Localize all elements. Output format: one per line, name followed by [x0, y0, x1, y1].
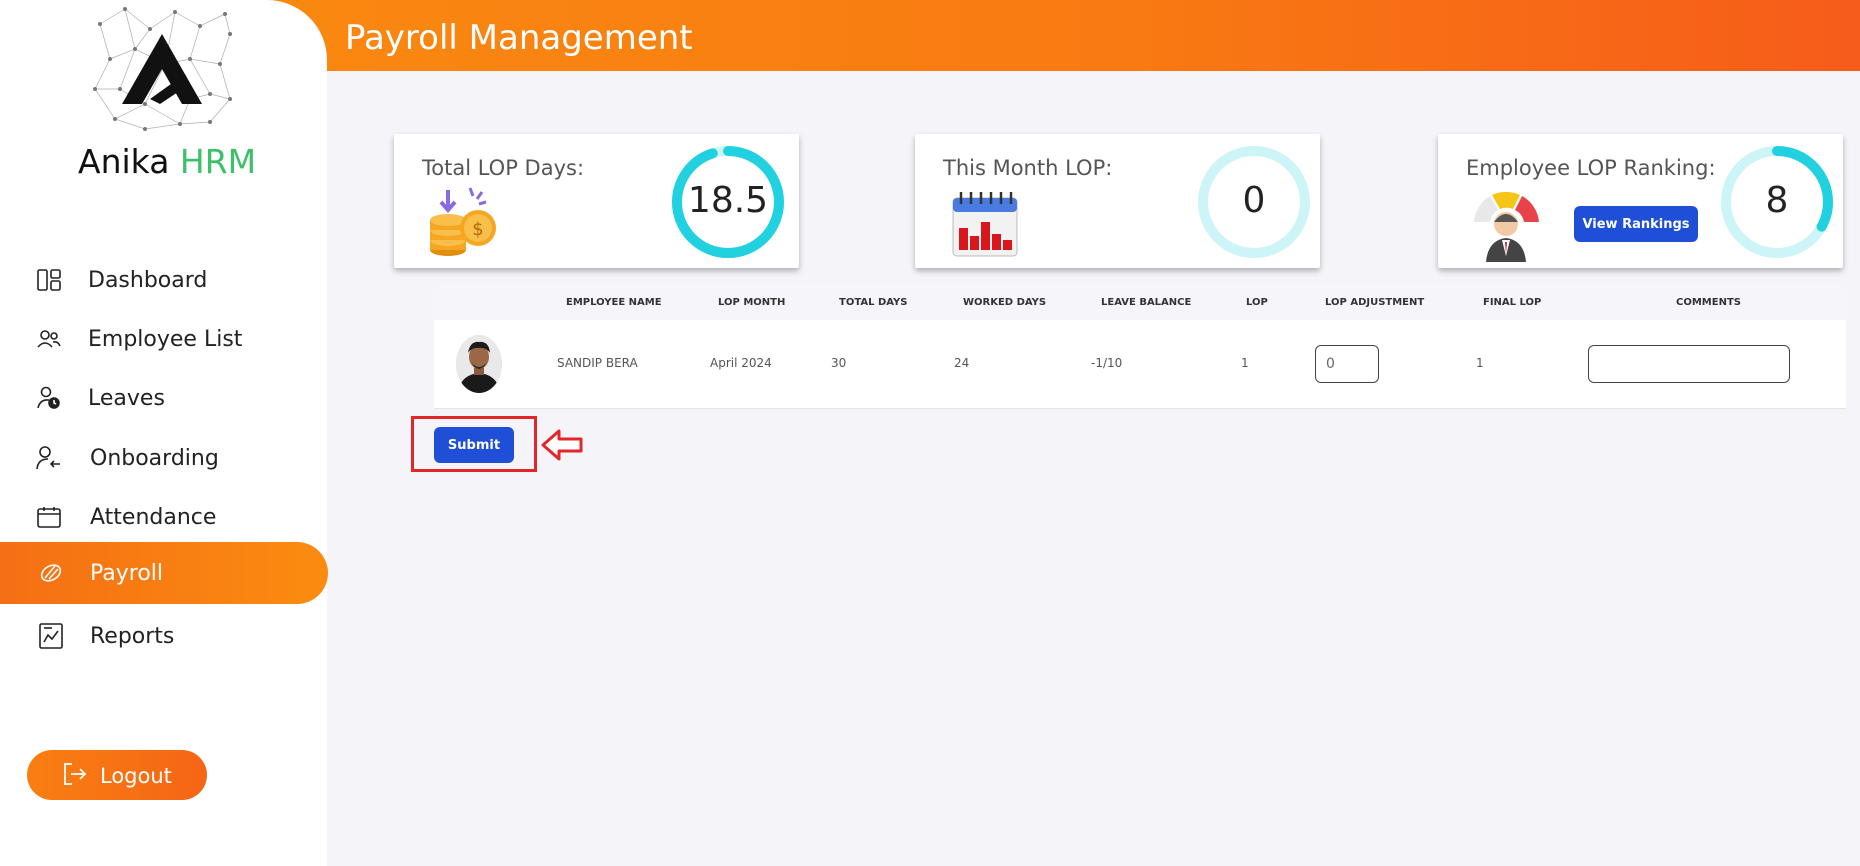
sidebar-item-label: Reports — [90, 623, 175, 649]
sidebar: Anika HRM Dashboard Employee List Leaves… — [0, 0, 328, 866]
ranking-value: 8 — [1765, 180, 1789, 221]
logout-icon — [63, 763, 87, 789]
brand-name-anika: Anika — [78, 142, 170, 181]
payroll-icon — [38, 560, 64, 586]
cell-employee-name: SANDIP BERA — [557, 356, 638, 370]
page-title: Payroll Management — [345, 18, 693, 58]
gauge-person-icon — [1468, 184, 1546, 262]
users-icon — [36, 326, 62, 352]
user-clock-icon — [36, 385, 62, 411]
month-lop-ring: 0 — [1197, 145, 1311, 259]
logout-label: Logout — [100, 764, 172, 788]
month-lop-card: This Month LOP: 0 — [915, 134, 1320, 268]
month-lop-value: 0 — [1242, 180, 1266, 221]
cell-leave-balance: -1/10 — [1091, 356, 1123, 370]
col-total-days: TOTAL DAYS — [839, 297, 908, 308]
cell-worked-days: 24 — [954, 356, 970, 370]
sidebar-item-label: Dashboard — [88, 267, 208, 293]
cell-lop: 1 — [1241, 356, 1249, 370]
sidebar-item-onboarding[interactable]: Onboarding — [0, 427, 327, 489]
col-lop-adjustment: LOP ADJUSTMENT — [1325, 297, 1425, 308]
coins-icon: $ — [426, 184, 504, 262]
total-lop-ring: 18.5 — [671, 145, 785, 259]
calendar-icon — [36, 504, 62, 530]
submit-button[interactable]: Submit — [434, 427, 514, 463]
table-header: EMPLOYEE NAME LOP MONTH TOTAL DAYS WORKE… — [434, 283, 1846, 320]
sidebar-item-dashboard[interactable]: Dashboard — [0, 249, 327, 311]
brand-name-hrm: HRM — [179, 142, 257, 181]
user-arrow-icon — [36, 445, 62, 471]
col-final-lop: FINAL LOP — [1483, 297, 1542, 308]
sidebar-item-label: Onboarding — [90, 445, 219, 471]
sidebar-item-attendance[interactable]: Attendance — [0, 486, 327, 548]
comments-input[interactable] — [1588, 345, 1790, 383]
ranking-card: Employee LOP Ranking: View Rankings 8 — [1438, 134, 1843, 268]
total-lop-card: Total LOP Days: $ 18.5 — [394, 134, 799, 268]
sidebar-item-label: Payroll — [90, 560, 164, 586]
sidebar-item-label: Leaves — [88, 385, 165, 411]
sidebar-item-label: Attendance — [90, 504, 217, 530]
col-leave-balance: LEAVE BALANCE — [1101, 297, 1192, 308]
total-lop-title: Total LOP Days: — [422, 156, 585, 180]
total-lop-value: 18.5 — [687, 180, 769, 221]
calendar-chart-icon — [947, 184, 1025, 262]
lop-table: EMPLOYEE NAME LOP MONTH TOTAL DAYS WORKE… — [434, 283, 1846, 409]
sidebar-item-leaves[interactable]: Leaves — [0, 367, 327, 429]
col-employee-name: EMPLOYEE NAME — [566, 297, 662, 308]
report-chart-icon — [38, 623, 64, 649]
col-worked-days: WORKED DAYS — [963, 297, 1047, 308]
cell-lop-month: April 2024 — [710, 356, 772, 370]
view-rankings-button[interactable]: View Rankings — [1574, 206, 1698, 242]
col-lop: LOP — [1246, 297, 1268, 308]
sidebar-item-reports[interactable]: Reports — [0, 605, 327, 667]
month-lop-title: This Month LOP: — [943, 156, 1113, 180]
col-comments: COMMENTS — [1676, 297, 1741, 308]
sidebar-item-payroll[interactable]: Payroll — [0, 542, 328, 604]
cell-total-days: 30 — [831, 356, 847, 370]
brand-name: Anika HRM — [78, 142, 256, 181]
svg-text:$: $ — [472, 219, 483, 240]
logout-button[interactable]: Logout — [27, 750, 207, 800]
ranking-title: Employee LOP Ranking: — [1466, 156, 1716, 180]
col-lop-month: LOP MONTH — [718, 297, 786, 308]
sidebar-item-label: Employee List — [88, 326, 243, 352]
anika-logo — [90, 4, 235, 134]
avatar — [456, 335, 502, 393]
row-divider — [434, 408, 1846, 409]
sidebar-item-employee-list[interactable]: Employee List — [0, 308, 327, 370]
lop-adjustment-input[interactable] — [1315, 345, 1379, 383]
ranking-ring: 8 — [1720, 145, 1834, 259]
cell-final-lop: 1 — [1476, 356, 1484, 370]
dashboard-icon — [36, 267, 62, 293]
pointer-arrow-icon — [541, 428, 583, 466]
